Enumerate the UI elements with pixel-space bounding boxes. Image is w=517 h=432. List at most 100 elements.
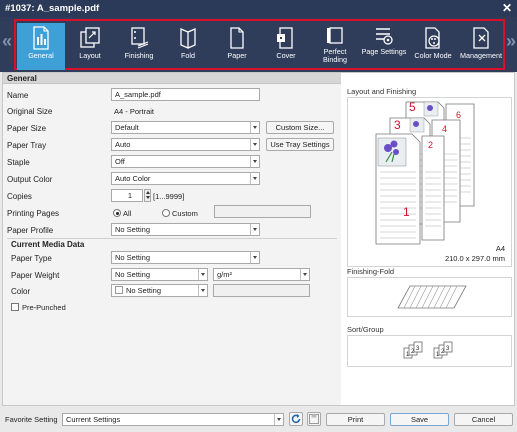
chevron-down-icon [250,156,259,167]
printing-pages-custom-radio[interactable] [162,209,170,217]
chevron-down-icon [300,269,309,280]
settings-content: General Name A_sample.pdf Original Size … [2,72,515,406]
output-color-select[interactable]: Auto Color [111,172,260,185]
save-button[interactable]: Save [390,413,449,426]
chevron-down-icon [250,139,259,150]
favorite-setting-select[interactable]: Current Settings [62,413,284,426]
tab-cover[interactable]: Cover [262,23,310,70]
paper-weight-select[interactable]: No Setting [111,268,208,281]
staple-select[interactable]: Off [111,155,260,168]
pre-punched-checkbox[interactable] [11,303,19,311]
tab-color-mode[interactable]: Color Mode [409,23,457,70]
fold-icon [180,28,196,49]
function-toolbar: « » General Layout Finishing Fold Paper … [0,17,517,72]
scroll-right-icon[interactable]: » [506,31,516,52]
paper-dimensions: 210.0 x 297.0 mm [444,254,505,263]
media-section-title: Current Media Data [11,240,85,249]
chevron-down-icon [198,269,207,280]
scroll-left-icon[interactable]: « [2,31,12,52]
printing-pages-all-radio[interactable] [113,209,121,217]
paper-weight-value: No Setting [115,270,151,279]
stepper-up-icon[interactable] [146,191,150,194]
paper-type-value: No Setting [115,253,151,262]
paper-size-label: Paper Size [7,124,47,133]
footer-bar: Favorite Setting Current Settings Print … [0,406,517,432]
page-stack-preview: 5 6 3 4 2 1 [375,100,475,245]
copies-input[interactable]: 1 [111,189,143,202]
paper-type-select[interactable]: No Setting [111,251,260,264]
chevron-down-icon [198,285,207,296]
copies-label: Copies [7,192,32,201]
close-icon[interactable]: ✕ [502,0,512,17]
printing-pages-all-label: All [123,209,132,218]
fold-preview [347,277,512,317]
sort-group-title: Sort/Group [347,325,384,334]
section-divider [7,238,337,239]
save-favorite-button[interactable] [307,412,321,426]
paper-weight-label: Paper Weight [11,271,60,280]
tab-label: General [28,51,54,60]
tab-layout[interactable]: Layout [66,23,114,70]
tab-page-settings[interactable]: Page Settings [360,23,408,70]
tab-paper[interactable]: Paper [213,23,261,70]
paper-icon [230,27,244,49]
custom-size-button[interactable]: Custom Size... [266,121,334,134]
fold-diagram-icon [397,285,467,309]
paper-name: A4 [495,244,505,253]
floppy-disk-icon [309,414,319,424]
stepper-down-icon[interactable] [146,196,150,199]
color-label: Color [11,287,31,296]
paper-size-select[interactable]: Default [111,121,260,134]
paper-weight-unit-select[interactable]: g/m² [213,268,310,281]
cancel-button[interactable]: Cancel [454,413,513,426]
tab-management[interactable]: Management [457,23,505,70]
paper-profile-value: No Setting [115,225,151,234]
copies-stepper[interactable] [144,189,151,202]
paper-tray-value: Auto [115,140,131,149]
layout-preview: 5 6 3 4 2 1 A4 210.0 x 297.0 mm [347,97,512,267]
name-label: Name [7,91,29,100]
page-settings-icon [376,28,393,45]
window-titlebar: #1037: A_sample.pdf ✕ [0,0,517,17]
printing-pages-label: Printing Pages [7,209,60,218]
custom-pages-input[interactable] [214,205,311,218]
color-select[interactable]: No Setting [111,284,208,297]
refresh-icon [291,414,301,424]
color-swatch [115,286,123,294]
output-color-label: Output Color [7,175,53,184]
refresh-button[interactable] [289,412,303,426]
tab-label: Layout [79,51,101,60]
pre-punched-label: Pre-Punched [22,303,66,312]
preview-panel: Layout and Finishing 5 6 3 4 2 1 A4 210.… [344,73,514,405]
tab-perfect-binding[interactable]: Perfect Binding [311,23,359,70]
tab-highlight-frame: General Layout Finishing Fold Paper Cove… [14,19,505,70]
page-number-2: 2 [428,140,433,150]
finishing-icon [131,27,149,49]
section-header-general: General [3,73,341,84]
paper-tray-label: Paper Tray [7,141,47,150]
print-button[interactable]: Print [326,413,385,426]
settings-panel: General Name A_sample.pdf Original Size … [3,73,341,405]
paper-profile-label: Paper Profile [7,226,54,235]
paper-tray-select[interactable]: Auto [111,138,260,151]
favorite-setting-label: Favorite Setting [5,415,58,424]
paper-profile-select[interactable]: No Setting [111,223,260,236]
page-number-3: 3 [394,118,401,132]
name-field[interactable]: A_sample.pdf [111,88,260,101]
sort-diagram-icon: 1 2 3 1 2 3 [403,341,453,359]
color-extra-field[interactable] [213,284,310,297]
output-color-value: Auto Color [115,174,151,183]
tab-finishing[interactable]: Finishing [115,23,163,70]
finishing-fold-title: Finishing-Fold [347,267,395,276]
chevron-down-icon [250,224,259,235]
original-size-label: Original Size [7,107,53,116]
sort-preview: 1 2 3 1 2 3 [347,335,512,367]
tab-fold[interactable]: Fold [164,23,212,70]
general-icon [33,26,49,50]
use-tray-settings-button[interactable]: Use Tray Settings [266,138,334,151]
layout-finishing-title: Layout and Finishing [347,87,417,96]
page-number-5: 5 [409,100,416,114]
tab-label: Paper [227,51,247,60]
chevron-down-icon [274,414,283,425]
tab-general[interactable]: General [17,23,65,70]
